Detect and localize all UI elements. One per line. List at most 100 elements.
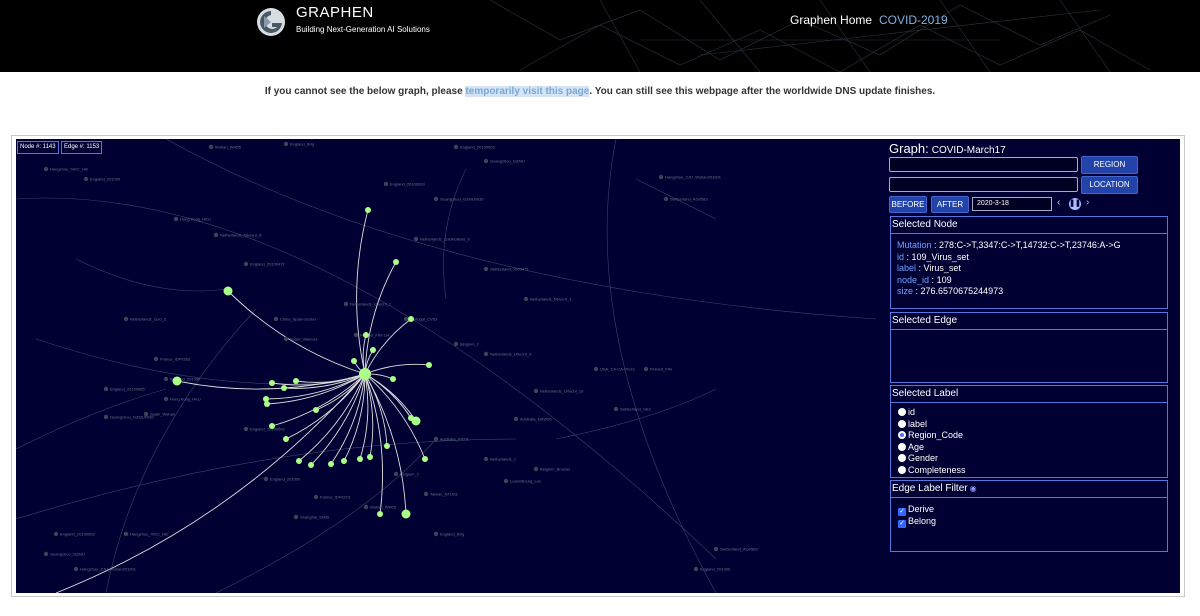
graph-node: [73, 566, 79, 572]
graph-node: [313, 407, 319, 413]
network-graph[interactable]: Wuhan_WH05 England_Brig England_20100003 Gu…: [16, 139, 889, 593]
node-label: Guangzhou_GZMU: [50, 552, 85, 557]
node-label: Hangzhou_ZJU_Wuhan201901: [80, 567, 137, 572]
graph-node: [341, 458, 347, 464]
nav-link-graphen-home[interactable]: Graphen Home: [790, 13, 872, 27]
highlighted-edges: [55, 209, 430, 593]
graph-node: [693, 566, 699, 572]
selected-node: [359, 368, 371, 380]
graph-node: [153, 356, 159, 362]
chevron-right-icon[interactable]: ›: [1086, 197, 1089, 208]
location-input[interactable]: [889, 177, 1078, 192]
label-option-id[interactable]: id: [891, 407, 1167, 419]
brand-name[interactable]: GRAPHEN: [296, 4, 374, 21]
graph-node: [433, 531, 439, 537]
radio-button[interactable]: [898, 408, 906, 416]
site-header: GRAPHEN Building Next-Generation AI Solu…: [0, 0, 1200, 72]
background-edge: [165, 139, 877, 320]
highlighted-edge: [364, 318, 412, 375]
graph-node: [433, 196, 439, 202]
graph-node: [273, 316, 279, 322]
graph-node: [426, 362, 432, 368]
graph-node: [43, 551, 49, 557]
radio-button[interactable]: [898, 465, 906, 474]
graph-node: [296, 458, 302, 464]
graph-node: [103, 386, 109, 392]
background-edge: [443, 168, 467, 300]
checkbox-checked[interactable]: ✓: [898, 508, 906, 516]
eye-icon[interactable]: ◉: [970, 484, 977, 493]
graph-node: [390, 376, 396, 382]
edge-count-badge: Edge #: 1153: [61, 141, 103, 154]
node-label: Netherlands_Utrecht_10: [540, 389, 584, 394]
graph-node: [263, 396, 269, 402]
node-label: Switzerland_1000477: [490, 267, 529, 272]
chevron-left-icon[interactable]: ‹: [1057, 197, 1060, 208]
radio-button[interactable]: [898, 442, 906, 451]
node-label: USA_CA-CA-PG13: [600, 367, 635, 372]
graph-node: [408, 316, 414, 322]
node-label: Netherlands_1: [490, 457, 517, 462]
pause-icon[interactable]: ❚❚: [1069, 198, 1081, 210]
graph-node: [593, 366, 599, 372]
node-label: England_20100085: [110, 387, 145, 392]
before-button[interactable]: BEFORE: [889, 196, 927, 213]
filter-option-derive[interactable]: ✓ Derive: [891, 504, 1167, 516]
graph-node: [208, 144, 214, 150]
dns-notice: If you cannot see the below graph, pleas…: [0, 86, 1200, 97]
region-input[interactable]: [889, 157, 1078, 172]
radio-button[interactable]: [898, 419, 906, 428]
nav-link-covid-2019[interactable]: COVID-2019: [879, 13, 948, 27]
field-key: node_id: [897, 274, 930, 285]
graph-node: [53, 531, 59, 537]
node-label: Australia_NSW05: [520, 417, 552, 422]
graph-node: [713, 546, 719, 552]
background-edge: [555, 388, 717, 440]
graph-node: [384, 443, 390, 449]
label-option-completeness[interactable]: Completeness: [891, 465, 1167, 476]
graph-node: [83, 176, 89, 182]
graph-node: [483, 351, 489, 357]
graph-node: [483, 456, 489, 462]
checkbox-checked[interactable]: ✓: [898, 520, 906, 528]
after-button[interactable]: AFTER: [931, 196, 969, 213]
label-option-gender[interactable]: Gender: [891, 453, 1167, 465]
radio-label: Gender: [908, 453, 939, 463]
radio-button[interactable]: [898, 454, 906, 462]
graph-node: [613, 406, 619, 412]
graph-node: [483, 158, 489, 164]
label-option-age[interactable]: Age: [891, 442, 1167, 454]
label-option-region-code[interactable]: Region_Code: [891, 430, 1167, 442]
date-input[interactable]: 2020-3-18: [972, 197, 1052, 211]
field-key: Mutation: [897, 240, 932, 250]
node-label: England_Brig: [440, 532, 464, 537]
graph-node: [365, 207, 371, 213]
region-button[interactable]: REGION: [1081, 156, 1138, 174]
node-label: England_201000: [90, 177, 121, 182]
node-label: England_20100093: [250, 427, 285, 432]
selected-label-panel: Selected Label id label Region_Code Age …: [890, 385, 1168, 478]
radio-label: Age: [908, 441, 925, 452]
graph-node: [363, 332, 369, 338]
graph-canvas[interactable]: Wuhan_WH05 England_Brig England_20100003 Gu…: [16, 139, 1180, 593]
graphen-logo-icon[interactable]: [255, 6, 287, 38]
graph-node: [370, 347, 376, 353]
node-label: Shanghai_SH05: [300, 515, 330, 520]
graph-node: [383, 181, 389, 187]
label-option-label[interactable]: label: [891, 419, 1167, 431]
filter-option-belong[interactable]: ✓ Belong: [891, 516, 1167, 528]
selected-node-title: Selected Node: [891, 217, 1167, 234]
brand-tagline: Building Next-Generation AI Solutions: [296, 25, 430, 34]
node-label: England_201000: [270, 477, 301, 482]
field-label: label : Virus_set: [891, 263, 1167, 275]
radio-button-selected[interactable]: [898, 431, 906, 439]
radio-label: Region_Code: [908, 430, 964, 440]
location-button[interactable]: LOCATION: [1081, 176, 1138, 194]
notice-link[interactable]: temporarily visit this page: [465, 86, 590, 97]
graph-node: [453, 144, 459, 150]
graph-node: [213, 232, 219, 238]
highlighted-nodes[interactable]: [172, 207, 433, 519]
selected-node-fields: Mutation : 278:C->T,3347:C->T,14732:C->T…: [891, 234, 1167, 298]
node-label: England_201000: [700, 567, 731, 572]
field-separator: :: [929, 274, 937, 285]
